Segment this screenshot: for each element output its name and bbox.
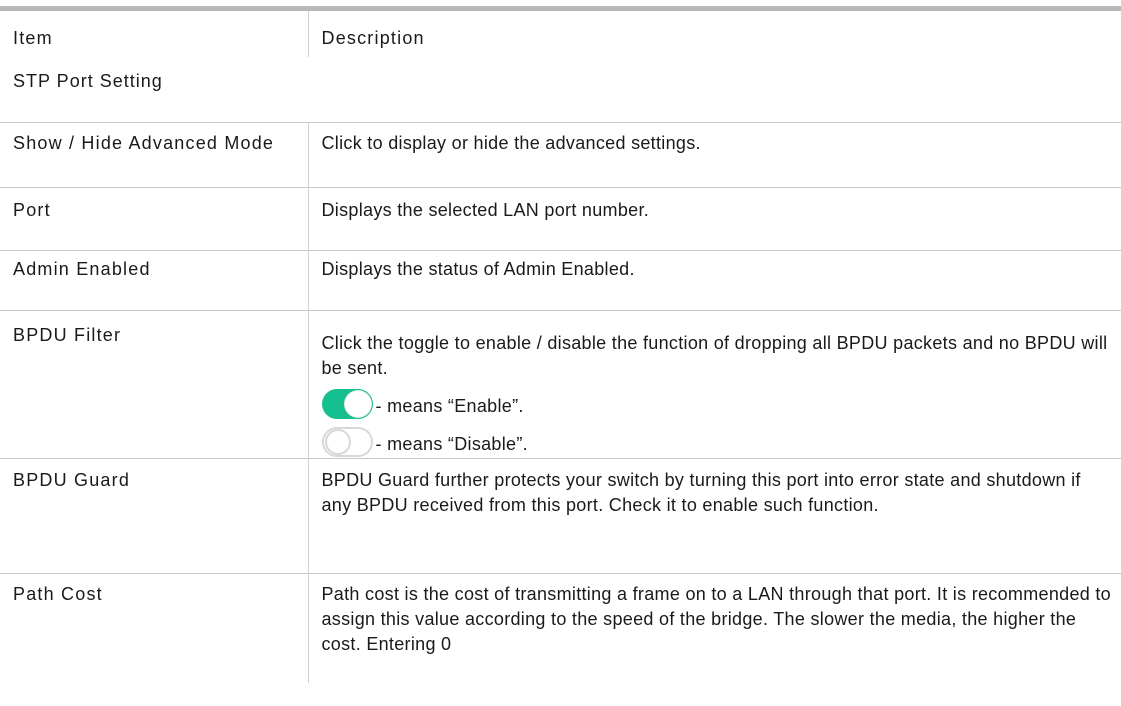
table-row: Port Displays the selected LAN port numb… xyxy=(0,186,1121,250)
description-bpdu-guard: BPDU Guard further protects your switch … xyxy=(308,457,1121,573)
toggle-on-caption: - means “Enable”. xyxy=(375,395,524,416)
table-header-row: Item Description xyxy=(0,11,1121,57)
description-show-hide-advanced-mode: Click to display or hide the advanced se… xyxy=(308,121,1121,187)
header-description: Description xyxy=(321,28,425,48)
table-row: BPDU Guard BPDU Guard further protects y… xyxy=(0,457,1121,573)
item-admin-enabled: Admin Enabled xyxy=(0,249,309,310)
description-port: Displays the selected LAN port number. xyxy=(308,186,1121,250)
item-port: Port xyxy=(0,186,309,250)
toggle-off-caption: - means “Disable”. xyxy=(375,433,528,454)
table-row: Admin Enabled Displays the status of Adm… xyxy=(0,249,1121,310)
description-bpdu-filter: Click the toggle to enable / disable the… xyxy=(308,309,1121,458)
description-path-cost: Path cost is the cost of transmitting a … xyxy=(308,572,1121,683)
item-path-cost: Path Cost xyxy=(0,572,309,683)
section-row: STP Port Setting xyxy=(0,57,1121,122)
item-show-hide-advanced-mode: Show / Hide Advanced Mode xyxy=(0,121,309,187)
table-row: Path Cost Path cost is the cost of trans… xyxy=(0,572,1121,683)
toggle-off-icon xyxy=(321,426,373,457)
table-row: BPDU Filter Click the toggle to enable /… xyxy=(0,309,1121,458)
bpdu-filter-text: Click the toggle to enable / disable the… xyxy=(321,332,1108,378)
toggle-on-icon xyxy=(321,388,373,419)
section-title: STP Port Setting xyxy=(13,71,163,91)
item-bpdu-guard: BPDU Guard xyxy=(0,457,309,573)
toggle-off-legend: - means “Disable”. xyxy=(321,423,1114,457)
item-bpdu-filter: BPDU Filter xyxy=(0,309,309,458)
header-item: Item xyxy=(0,11,309,57)
toggle-on-legend: - means “Enable”. xyxy=(321,385,1114,419)
table-row: Show / Hide Advanced Mode Click to displ… xyxy=(0,121,1121,187)
stp-port-setting-table: Item Description STP Port Setting Show /… xyxy=(0,11,1121,683)
description-admin-enabled: Displays the status of Admin Enabled. xyxy=(308,249,1121,310)
